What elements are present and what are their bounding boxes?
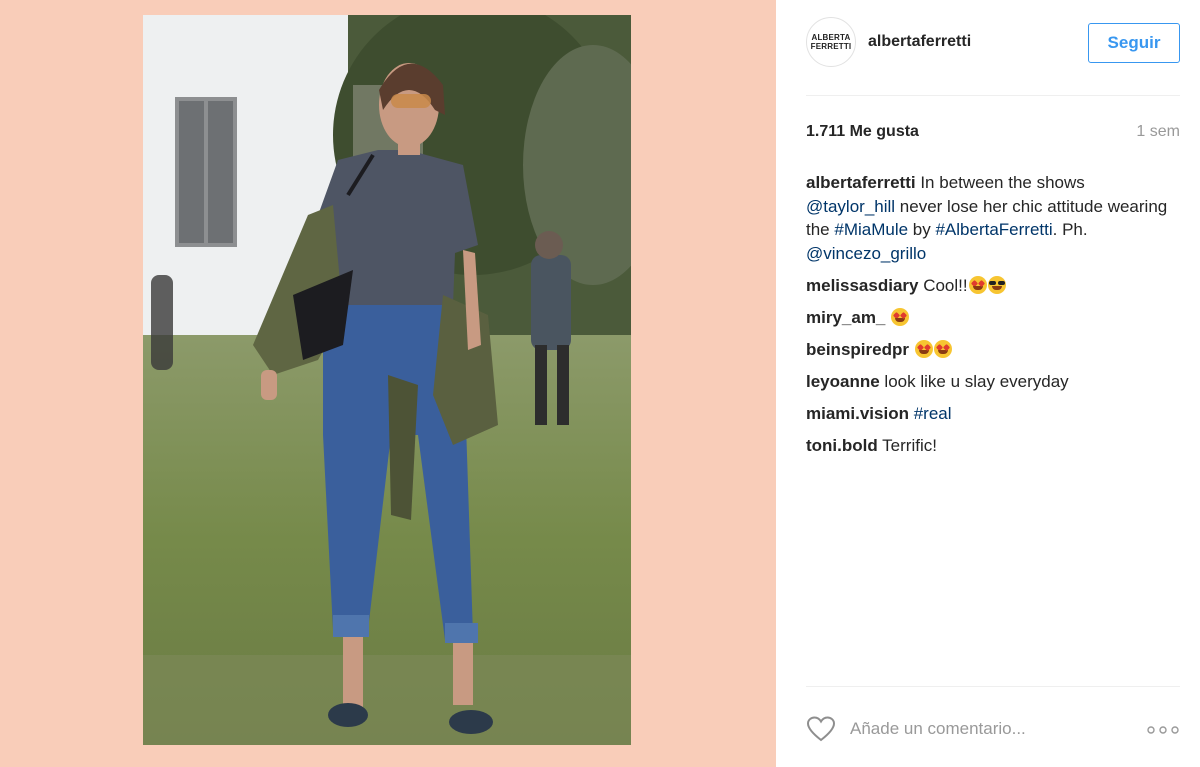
sunglasses-emoji-icon <box>987 275 1006 294</box>
avatar[interactable]: ALBERTA FERRETTI <box>806 17 856 67</box>
post-header: ALBERTA FERRETTI albertaferretti Seguir <box>806 17 1180 73</box>
comment-username[interactable]: toni.bold <box>806 436 878 455</box>
comment-item: beinspiredpr <box>806 338 1178 362</box>
comment-item: miami.vision #real <box>806 402 1178 426</box>
comment-username[interactable]: miry_am_ <box>806 308 885 327</box>
mention-link[interactable]: @taylor_hill <box>806 197 895 216</box>
header-username[interactable]: albertaferretti <box>868 33 971 51</box>
comment-item: leyoanne look like u slay everyday <box>806 370 1178 394</box>
comment-item: miry_am_ <box>806 306 1178 330</box>
comment-text: Cool!! <box>918 275 968 295</box>
heart-eyes-emoji-icon <box>914 339 933 358</box>
comment-text: look like u slay everyday <box>879 371 1069 391</box>
footer-divider <box>806 686 1180 687</box>
avatar-line-2: FERRETTI <box>810 42 852 51</box>
hashtag-link[interactable]: #AlbertaFerretti <box>935 220 1052 239</box>
post-details-panel: ALBERTA FERRETTI albertaferretti Seguir … <box>776 0 1200 767</box>
follow-button[interactable]: Seguir <box>1088 23 1180 63</box>
mention-link[interactable]: @vincezo_grillo <box>806 244 926 263</box>
caption-username[interactable]: albertaferretti <box>806 173 916 192</box>
photo-backdrop <box>0 0 776 767</box>
avatar-line-1: ALBERTA <box>811 33 851 42</box>
comment-text <box>885 308 890 327</box>
post-time[interactable]: 1 sem <box>1136 123 1180 141</box>
comment-item: melissasdiary Cool!! <box>806 274 1178 298</box>
comment-footer <box>806 710 1180 746</box>
comment-username[interactable]: miami.vision <box>806 404 909 423</box>
caption-text: . Ph. <box>1052 220 1088 239</box>
caption-text: In between the shows <box>915 173 1085 192</box>
heart-eyes-emoji-icon <box>968 275 987 294</box>
comment-username[interactable]: beinspiredpr <box>806 340 909 359</box>
hashtag-link[interactable]: #real <box>914 404 952 423</box>
caption-text: by <box>908 220 936 239</box>
comment-input[interactable] <box>850 717 1130 741</box>
comment-username[interactable]: leyoanne <box>806 372 880 391</box>
comment-item: toni.bold Terrific! <box>806 434 1178 458</box>
comment-text: Terrific! <box>877 435 937 455</box>
heart-eyes-emoji-icon <box>891 307 910 326</box>
comment-text <box>909 340 914 359</box>
post-photo[interactable] <box>143 15 631 745</box>
heart-outline-icon[interactable] <box>806 716 836 742</box>
likes-count[interactable]: 1.711 Me gusta <box>806 123 919 141</box>
comment-username[interactable]: melissasdiary <box>806 276 918 295</box>
more-dots-icon[interactable] <box>1146 724 1180 736</box>
hashtag-link[interactable]: #MiaMule <box>834 220 908 239</box>
comments-list: albertaferretti In between the shows @ta… <box>806 171 1178 466</box>
caption: albertaferretti In between the shows @ta… <box>806 171 1178 265</box>
heart-eyes-emoji-icon <box>933 339 952 358</box>
header-divider <box>806 95 1180 96</box>
